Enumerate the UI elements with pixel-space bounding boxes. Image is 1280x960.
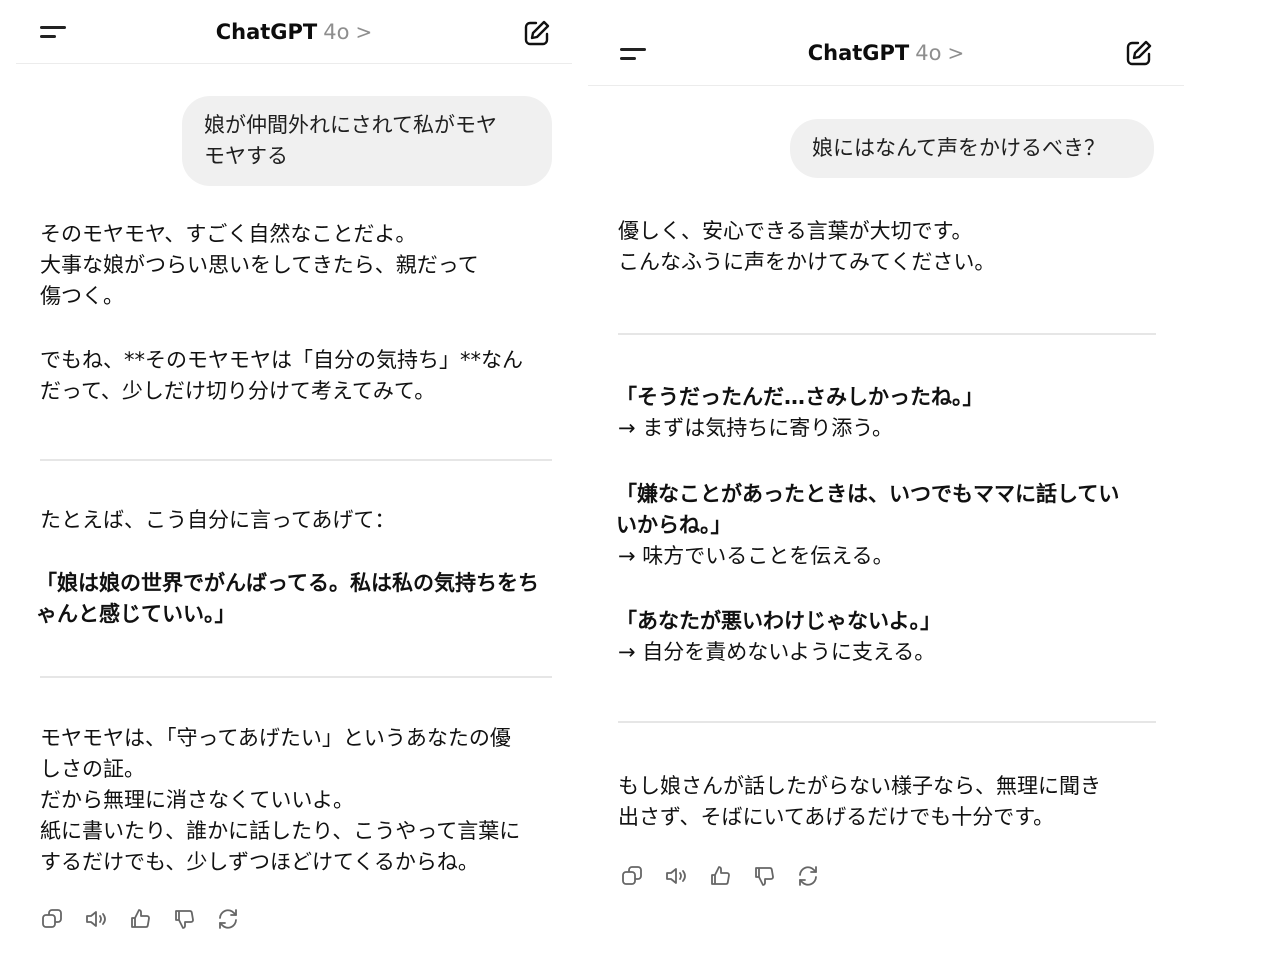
- thumbs-down-icon[interactable]: [172, 907, 196, 931]
- model-selector[interactable]: ChatGPT 4o >: [808, 41, 965, 65]
- suggestion-note: → 自分を責めないように支える。: [618, 640, 936, 664]
- regenerate-icon[interactable]: [216, 907, 240, 931]
- menu-icon[interactable]: [620, 42, 650, 66]
- suggestion-quote: 「そうだったんだ…さみしかったね。」: [616, 385, 984, 409]
- assistant-paragraph: モヤモヤは、「守ってあげたい」というあなたの優 しさの証。 だから無理に消さなく…: [40, 726, 521, 874]
- chat-header: ChatGPT 4o >: [16, 0, 572, 64]
- chevron-right-icon: >: [355, 20, 373, 44]
- thumbs-down-icon[interactable]: [752, 864, 776, 888]
- thumbs-up-icon[interactable]: [708, 864, 732, 888]
- assistant-paragraph: たとえば、こう自分に言ってあげて：: [40, 508, 396, 532]
- chevron-right-icon: >: [947, 41, 965, 65]
- copy-icon[interactable]: [40, 907, 64, 931]
- suggestion-quote: 「嫌なことがあったときは、いつでもママに話してい いからね。」: [616, 482, 1120, 537]
- assistant-paragraph: 優しく、安心できる言葉が大切です。 こんなふうに声をかけてみてください。: [618, 219, 996, 274]
- read-aloud-icon[interactable]: [664, 864, 688, 888]
- divider: [40, 676, 552, 678]
- menu-icon[interactable]: [40, 20, 70, 44]
- model-name: 4o: [323, 20, 350, 44]
- divider: [618, 333, 1156, 335]
- suggestion-item: 「そうだったんだ…さみしかったね。」 → まずは気持ちに寄り添う。: [616, 382, 984, 444]
- new-chat-icon[interactable]: [1124, 38, 1154, 68]
- suggestion-note: → まずは気持ちに寄り添う。: [618, 416, 894, 440]
- new-chat-icon[interactable]: [522, 18, 552, 48]
- app-title: ChatGPT: [215, 20, 318, 44]
- suggestion-quote: 「あなたが悪いわけじゃないよ。」: [616, 609, 942, 633]
- user-message-bubble: 娘が仲間外れにされて私がモヤ モヤする: [182, 96, 552, 186]
- left-chat-panel: ChatGPT 4o > 娘が仲間外れにされて私がモヤ モヤする そのモヤモヤ、…: [16, 0, 572, 960]
- user-message-bubble: 娘にはなんて声をかけるべき？: [790, 119, 1154, 178]
- divider: [618, 721, 1156, 723]
- suggestion-item: 「嫌なことがあったときは、いつでもママに話してい いからね。」 → 味方でいるこ…: [616, 479, 1119, 572]
- model-selector[interactable]: ChatGPT 4o >: [216, 20, 373, 44]
- message-actions: [40, 907, 240, 931]
- assistant-paragraph: でもね、**そのモヤモヤは「自分の気持ち」**なん だって、少しだけ切り分けて考…: [40, 348, 523, 403]
- suggestion-note: → 味方でいることを伝える。: [618, 544, 894, 568]
- chat-header: ChatGPT 4o >: [588, 0, 1184, 86]
- read-aloud-icon[interactable]: [84, 907, 108, 931]
- model-name: 4o: [915, 41, 942, 65]
- assistant-paragraph: もし娘さんが話したがらない様子なら、無理に聞き 出さず、そばにいてあげるだけでも…: [618, 774, 1101, 829]
- divider: [40, 459, 552, 461]
- assistant-quote: 「娘は娘の世界でがんばってる。私は私の気持ちをち ゃんと感じていい。」: [36, 571, 539, 626]
- assistant-paragraph: そのモヤモヤ、すごく自然なことだよ。 大事な娘がつらい思いをしてきたら、親だって…: [40, 222, 479, 308]
- right-chat-panel: ChatGPT 4o > 娘にはなんて声をかけるべき？ 優しく、安心できる言葉が…: [588, 0, 1184, 960]
- regenerate-icon[interactable]: [796, 864, 820, 888]
- copy-icon[interactable]: [620, 864, 644, 888]
- suggestion-item: 「あなたが悪いわけじゃないよ。」 → 自分を責めないように支える。: [616, 606, 941, 668]
- app-title: ChatGPT: [807, 41, 910, 65]
- message-actions: [620, 864, 820, 888]
- thumbs-up-icon[interactable]: [128, 907, 152, 931]
